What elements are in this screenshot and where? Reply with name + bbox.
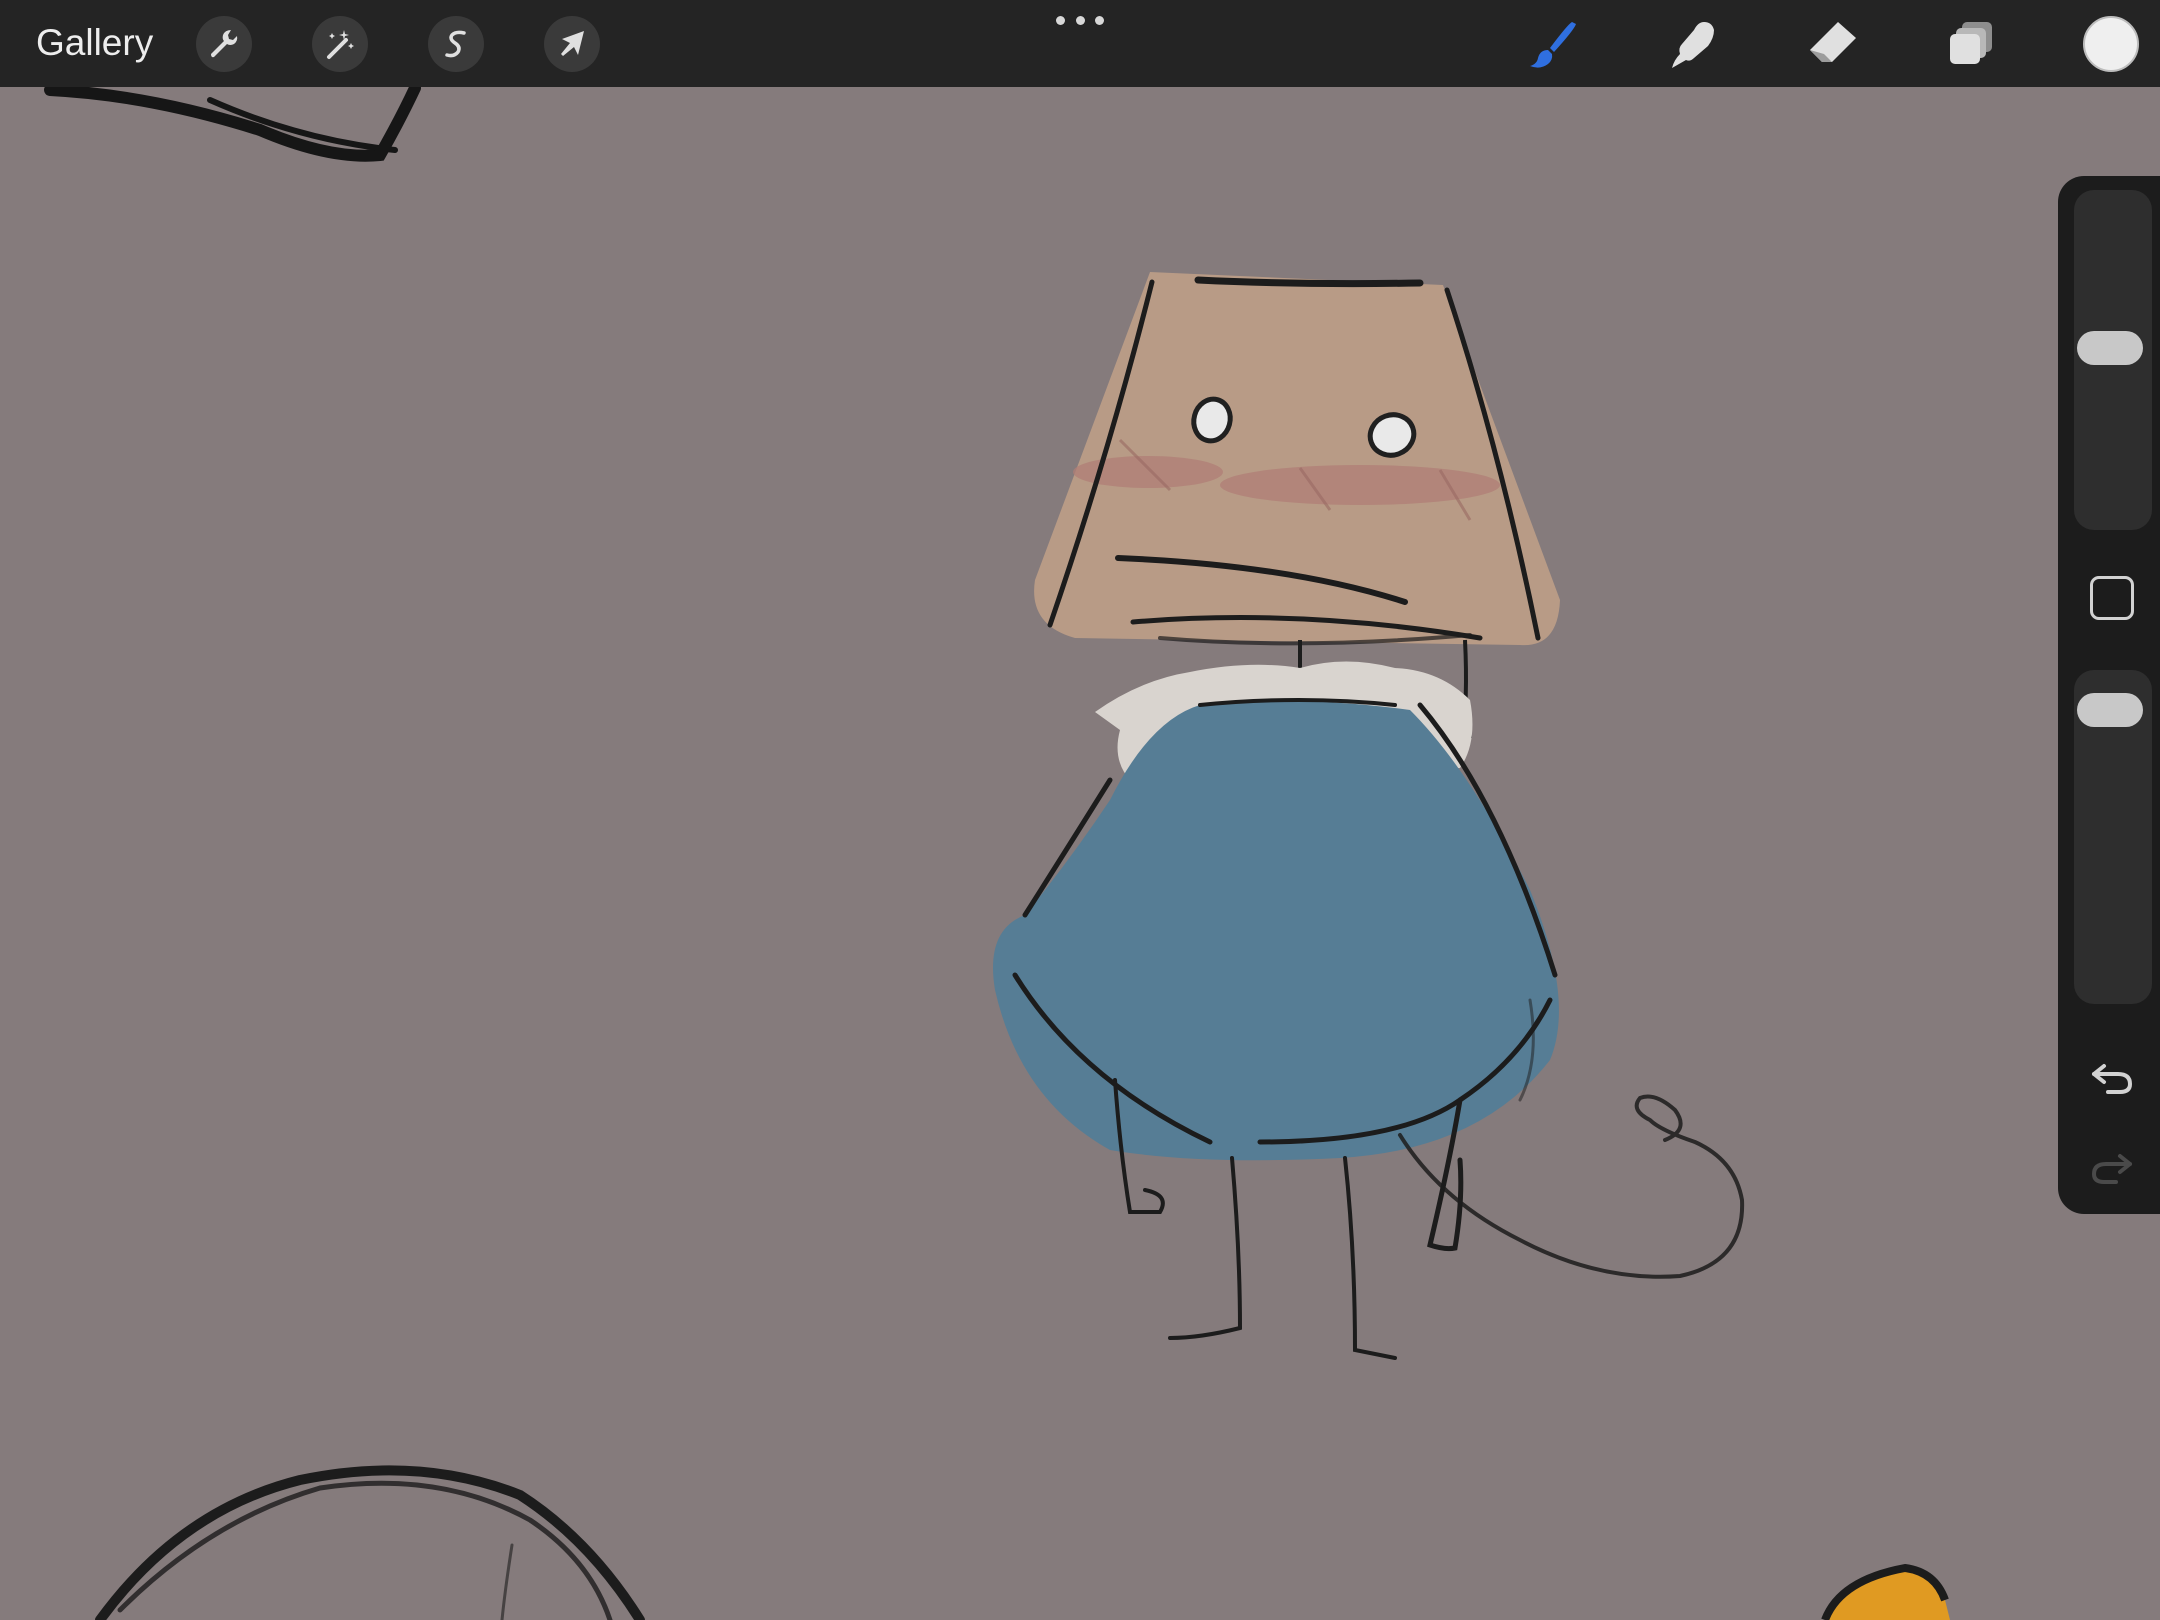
actions-button[interactable] bbox=[196, 16, 252, 72]
undo-icon bbox=[2092, 1064, 2133, 1094]
opacity-thumb[interactable] bbox=[2077, 693, 2143, 728]
modify-button[interactable] bbox=[2090, 576, 2134, 620]
undo-button[interactable] bbox=[2086, 1052, 2138, 1104]
wrench-icon bbox=[211, 30, 238, 58]
redo-icon bbox=[2091, 1154, 2132, 1184]
top-toolbar: Gallery bbox=[0, 0, 2160, 87]
color-picker-button[interactable] bbox=[2083, 16, 2139, 72]
right-sidebar bbox=[2058, 176, 2160, 1214]
procreate-app: Gallery bbox=[0, 0, 2160, 1620]
brush-tool-button[interactable] bbox=[1520, 12, 1584, 76]
drawing-canvas[interactable] bbox=[0, 0, 2160, 1620]
smudge-finger-icon bbox=[1672, 22, 1714, 68]
more-dots-icon bbox=[1056, 15, 1065, 25]
layers-icon bbox=[1950, 22, 1992, 64]
redo-button[interactable] bbox=[2086, 1142, 2138, 1194]
brush-icon bbox=[1530, 22, 1576, 68]
selection-button[interactable] bbox=[428, 16, 484, 72]
adjustments-button[interactable] bbox=[312, 16, 368, 72]
eraser-icon bbox=[1810, 22, 1856, 62]
transform-button[interactable] bbox=[544, 16, 600, 72]
more-options-button[interactable] bbox=[1056, 12, 1104, 28]
arrow-cursor-icon bbox=[561, 31, 584, 56]
magic-wand-icon bbox=[327, 30, 354, 59]
brush-size-thumb[interactable] bbox=[2077, 331, 2143, 366]
brush-size-slider[interactable] bbox=[2074, 190, 2152, 530]
opacity-slider[interactable] bbox=[2074, 670, 2152, 1004]
eraser-tool-button[interactable] bbox=[1800, 12, 1864, 76]
gallery-button[interactable]: Gallery bbox=[36, 18, 153, 68]
smudge-tool-button[interactable] bbox=[1660, 12, 1724, 76]
selection-s-icon bbox=[445, 30, 466, 58]
layers-button[interactable] bbox=[1940, 12, 2004, 76]
